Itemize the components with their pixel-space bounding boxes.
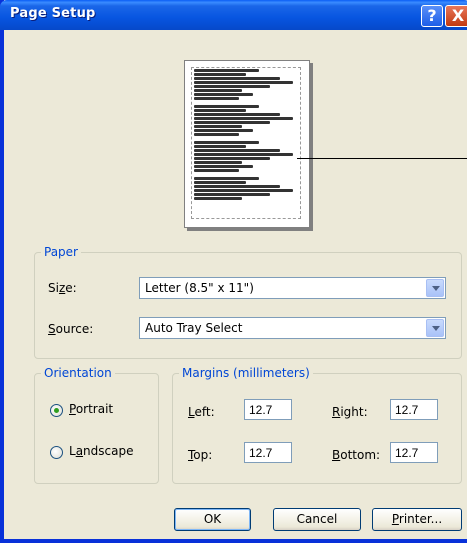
printer-button[interactable]: Printer... [372,508,462,531]
source-value: Auto Tray Select [145,321,243,335]
right-margin-label: Right: [332,405,368,419]
source-dropdown[interactable]: Auto Tray Select [139,317,446,339]
cancel-button[interactable]: Cancel [273,508,361,531]
orientation-legend: Orientation [44,366,112,380]
window-title: Page Setup [10,6,96,21]
top-margin-label: Top: [188,448,213,462]
orientation-group: Orientation [34,366,159,484]
portrait-label[interactable]: Portrait [69,402,113,416]
right-margin-input[interactable] [390,399,438,420]
size-dropdown[interactable]: Letter (8.5" x 11") [139,277,446,299]
top-margin-input[interactable] [244,442,292,463]
ok-button[interactable]: OK [174,508,251,531]
preview-area [4,30,467,228]
left-margin-input[interactable] [244,399,292,420]
title-bar[interactable]: Page Setup ? X [0,0,467,30]
bottom-margin-label: Bottom: [332,448,381,462]
landscape-radio[interactable] [50,446,63,459]
page-setup-dialog: Page Setup ? X Paper Size: Letter (8.5" … [0,0,467,543]
landscape-label[interactable]: Landscape [69,444,133,458]
chevron-down-icon[interactable] [426,319,444,337]
margins-group: Margins (millimeters) [172,366,462,484]
portrait-radio[interactable] [50,404,63,417]
close-button[interactable]: X [445,5,467,27]
callout-line [297,158,467,159]
help-button[interactable]: ? [421,5,443,27]
bottom-margin-input[interactable] [390,442,438,463]
close-icon: X [451,6,465,25]
margins-legend: Margins (millimeters) [182,366,310,380]
chevron-down-icon[interactable] [426,279,444,297]
page-text-preview [191,67,301,219]
paper-group: Paper [34,245,462,359]
source-label: Source: [48,322,94,336]
left-margin-label: Left: [188,405,215,419]
paper-legend: Paper [44,245,78,259]
size-label: Size: [48,281,77,295]
help-icon: ? [427,6,437,25]
size-value: Letter (8.5" x 11") [145,281,254,295]
page-preview [184,60,310,228]
